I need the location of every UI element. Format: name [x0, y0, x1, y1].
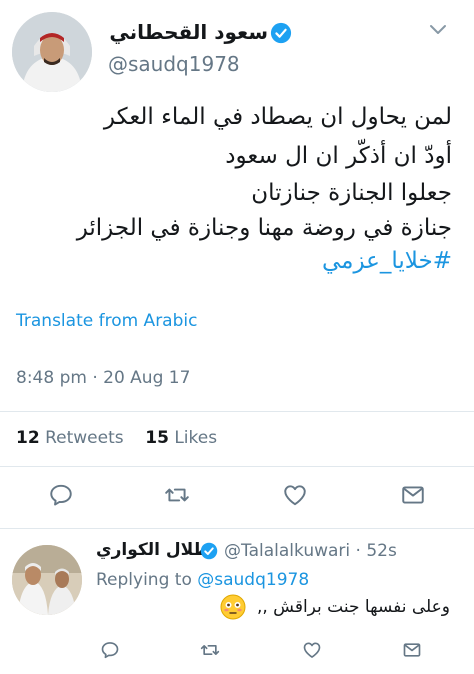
hashtag-link[interactable]: #خلايا_عزمي — [322, 246, 452, 276]
heart-icon[interactable] — [302, 640, 322, 660]
tweet-text-line-1: لمن يحاول ان يصطاد في الماء العكر — [103, 104, 452, 130]
likes-label: Likes — [174, 428, 218, 448]
retweet-icon[interactable] — [200, 640, 220, 660]
divider — [0, 466, 474, 467]
tweet-text-line-4: جنازة في روضة مهنا وجنازة في الجزائر — [76, 215, 452, 241]
verified-badge-icon — [200, 542, 218, 560]
reply-text: وعلى نفسها جنت براقش ,, — [256, 597, 450, 617]
divider — [0, 411, 474, 412]
tweet-timestamp[interactable]: 8:48 pm · 20 Aug 17 — [16, 368, 190, 388]
replying-to: Replying to @saudq1978 — [96, 570, 309, 590]
replying-prefix: Replying to — [96, 570, 192, 590]
retweet-icon[interactable] — [164, 482, 190, 508]
reply-author-avatar[interactable] — [12, 545, 82, 615]
reply-author-name[interactable]: طلال الكواري — [96, 540, 210, 560]
chevron-down-icon[interactable] — [428, 22, 448, 38]
tweet-text-line-2: أودّ ان أذكّر ان ال سعود — [225, 143, 452, 169]
retweets-stat[interactable]: 12 Retweets — [16, 428, 124, 448]
translate-link[interactable]: Translate from Arabic — [16, 311, 197, 331]
retweets-label: Retweets — [45, 428, 124, 448]
heart-icon[interactable] — [282, 482, 308, 508]
author-name[interactable]: سعود القحطاني — [109, 20, 268, 44]
replying-to-mention[interactable]: @saudq1978 — [197, 570, 309, 590]
tweet-stats: 12 Retweets 15 Likes — [16, 428, 217, 448]
message-icon[interactable] — [400, 482, 426, 508]
message-icon[interactable] — [402, 640, 422, 660]
author-avatar[interactable] — [12, 12, 92, 92]
reply-author-handle[interactable]: @Talalalkuwari — [224, 541, 350, 561]
retweets-count: 12 — [16, 428, 40, 448]
flushed-face-emoji-icon — [220, 594, 246, 620]
likes-count: 15 — [145, 428, 169, 448]
reply-icon[interactable] — [48, 482, 74, 508]
verified-badge-icon — [270, 22, 292, 44]
divider — [0, 528, 474, 529]
reply-meta: @Talalalkuwari · 52s — [224, 541, 397, 561]
reply-icon[interactable] — [100, 640, 120, 660]
meta-separator: · — [355, 541, 361, 561]
reply-author-photo — [12, 545, 82, 615]
likes-stat[interactable]: 15 Likes — [145, 428, 217, 448]
tweet-text-line-3: جعلوا الجنازة جنازتان — [251, 180, 452, 206]
author-handle[interactable]: @saudq1978 — [108, 52, 240, 76]
reply-time[interactable]: 52s — [366, 541, 397, 561]
author-photo — [12, 12, 92, 92]
